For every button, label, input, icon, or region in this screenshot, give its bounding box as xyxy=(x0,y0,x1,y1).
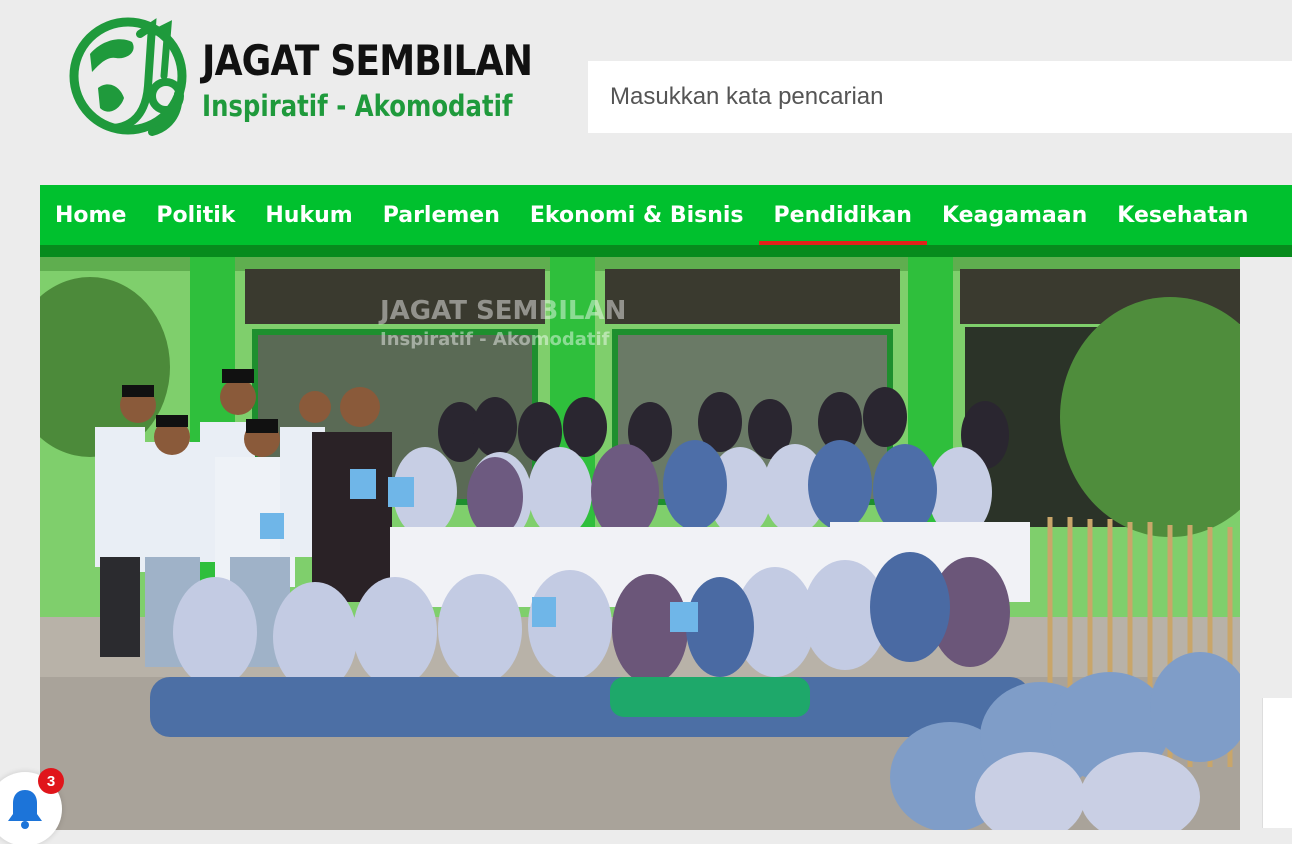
nav-item-home[interactable]: Home xyxy=(40,185,141,245)
nav-item-ekonomi-bisnis[interactable]: Ekonomi & Bisnis xyxy=(515,185,759,245)
site-header: JAGAT SEMBILAN Inspiratif - Akomodatif xyxy=(0,0,1292,185)
hero-photo[interactable]: JAGAT SEMBILAN Inspiratif - Akomodatif xyxy=(40,257,1240,830)
group-photo-illustration: JAGAT SEMBILAN Inspiratif - Akomodatif xyxy=(40,257,1240,830)
watermark-tagline: Inspiratif - Akomodatif xyxy=(380,329,610,350)
notification-count-badge: 3 xyxy=(38,768,64,794)
logo-title: JAGAT SEMBILAN xyxy=(202,36,533,85)
nav-item-parlemen[interactable]: Parlemen xyxy=(368,185,515,245)
globe-logo-icon xyxy=(69,17,187,136)
main-nav: Home Politik Hukum Parlemen Ekonomi & Bi… xyxy=(40,185,1292,257)
nav-item-kesehatan[interactable]: Kesehatan xyxy=(1102,185,1263,245)
side-ad-strip xyxy=(1262,698,1292,828)
watermark-title: JAGAT SEMBILAN xyxy=(378,296,626,326)
search-input[interactable] xyxy=(588,61,1292,133)
nav-item-hukum[interactable]: Hukum xyxy=(250,185,367,245)
nav-item-pendidikan[interactable]: Pendidikan xyxy=(758,185,928,245)
site-logo[interactable]: JAGAT SEMBILAN Inspiratif - Akomodatif xyxy=(68,16,533,141)
logo-tagline: Inspiratif - Akomodatif xyxy=(202,89,513,123)
nav-item-keagamaan[interactable]: Keagamaan xyxy=(927,185,1102,245)
nav-item-politik[interactable]: Politik xyxy=(141,185,250,245)
